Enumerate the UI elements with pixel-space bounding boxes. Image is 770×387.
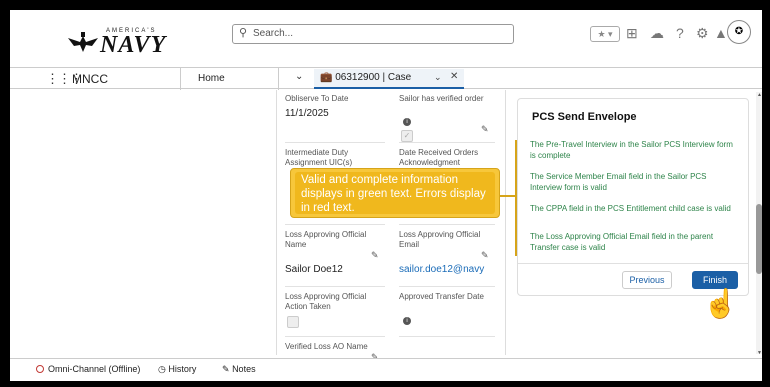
callout-text: Valid and complete information displays …: [295, 172, 495, 214]
validation-message: The Service Member Email field in the Sa…: [530, 172, 707, 192]
verified-order-checkbox: ✓: [401, 130, 413, 142]
divider: [518, 263, 748, 264]
notes-label: Notes: [232, 364, 256, 374]
close-icon[interactable]: ✕: [450, 71, 458, 82]
clock-icon: ◷: [158, 364, 166, 374]
search-placeholder: Search...: [253, 28, 294, 39]
callout-annotation: Valid and complete information displays …: [290, 168, 500, 218]
chevron-down-icon[interactable]: ⌄: [434, 72, 442, 83]
help-icon[interactable]: ?: [676, 25, 684, 41]
star-icon: ★: [597, 29, 606, 39]
notes-icon: ✎: [222, 364, 230, 374]
field-label: Sailor has verified order: [399, 94, 484, 103]
field-label: Loss Approving Official Name: [285, 230, 367, 249]
scrollbar[interactable]: [756, 92, 762, 354]
divider: [399, 224, 495, 225]
trailhead-icon[interactable]: ☁: [650, 25, 664, 42]
avatar[interactable]: ✪: [727, 20, 751, 44]
field-label: Loss Approving Official Action Taken: [285, 292, 367, 311]
divider: [399, 286, 495, 287]
divider: [285, 224, 385, 225]
left-pane: [10, 90, 276, 355]
record-detail-pane: Obliserve To Date 11/1/2025 Sailor has v…: [276, 90, 506, 362]
action-taken-checkbox: [287, 316, 299, 328]
history-item[interactable]: ◷ History: [158, 364, 196, 375]
callout-connector: [500, 195, 515, 197]
favorites-button[interactable]: ★ ▾: [590, 26, 620, 42]
info-icon[interactable]: i: [403, 317, 411, 325]
eagle-icon: [68, 32, 98, 52]
divider: [399, 142, 495, 143]
field-label: Loss Approving Official Email: [399, 230, 481, 249]
divider: [285, 286, 385, 287]
divider: [278, 68, 279, 90]
pointer-hand-icon: ☝: [703, 288, 738, 319]
tab-case-label: 06312900 | Case: [335, 72, 412, 83]
search-input[interactable]: ⚲ Search...: [232, 24, 514, 44]
briefcase-icon: 💼: [320, 72, 333, 83]
frame-border: [0, 381, 770, 387]
search-icon: ⚲: [239, 27, 248, 39]
field-value: 11/1/2025: [285, 108, 329, 119]
navy-logo[interactable]: AMERICA'S NAVY: [66, 28, 176, 58]
logo-wordmark: NAVY: [100, 32, 167, 58]
divider: [180, 68, 181, 90]
field-value: Sailor Doe12: [285, 264, 343, 275]
nav-home[interactable]: Home: [198, 73, 225, 84]
field-label: Obliserve To Date: [285, 94, 349, 103]
divider: [285, 142, 385, 143]
app-nav-bar: ⋮⋮⋮ MNCC Home ⌄ 💼 06312900 | Case ⌄ ✕: [10, 67, 762, 90]
email-link[interactable]: sailor.doe12@navy: [399, 264, 484, 275]
scrollbar-thumb[interactable]: [756, 204, 762, 274]
divider: [399, 336, 495, 337]
omni-label: Omni-Channel (Offline): [48, 364, 141, 374]
bell-icon[interactable]: ▲: [714, 25, 728, 41]
scroll-down-icon[interactable]: ▼: [757, 350, 762, 356]
notes-item[interactable]: ✎ Notes: [222, 364, 256, 375]
gear-icon[interactable]: ⚙: [696, 25, 709, 42]
validation-message: The CPPA field in the PCS Entitlement ch…: [530, 204, 731, 213]
offline-status-icon: [36, 365, 44, 373]
utility-bar: Omni-Channel (Offline) ◷ History ✎ Notes: [10, 358, 762, 380]
omni-channel-item[interactable]: Omni-Channel (Offline): [36, 364, 140, 374]
add-icon[interactable]: ⊞: [626, 25, 638, 42]
field-label: Date Received Orders Acknowledgment: [399, 148, 479, 167]
field-label: Intermediate Duty Assignment UIC(s): [285, 148, 353, 167]
divider: [285, 336, 385, 337]
pencil-icon[interactable]: ✎: [481, 124, 489, 135]
info-icon[interactable]: i: [403, 118, 411, 126]
pencil-icon[interactable]: ✎: [371, 250, 379, 261]
previous-button[interactable]: Previous: [622, 271, 672, 289]
pcs-send-envelope-panel: PCS Send Envelope The Pre-Travel Intervi…: [517, 98, 749, 296]
field-label: Verified Loss AO Name: [285, 342, 368, 351]
pencil-icon[interactable]: ✎: [481, 250, 489, 261]
panel-title: PCS Send Envelope: [532, 111, 637, 123]
tab-case[interactable]: 💼 06312900 | Case ⌄ ✕: [314, 69, 464, 89]
field-label: Approved Transfer Date: [399, 292, 484, 301]
history-label: History: [168, 364, 197, 374]
validation-message: The Pre-Travel Interview in the Sailor P…: [530, 140, 733, 160]
validation-message: The Loss Approving Official Email field …: [530, 232, 714, 252]
chevron-down-icon[interactable]: ⌄: [295, 71, 303, 82]
scroll-up-icon[interactable]: ▲: [757, 92, 762, 98]
app-name: MNCC: [72, 72, 108, 86]
